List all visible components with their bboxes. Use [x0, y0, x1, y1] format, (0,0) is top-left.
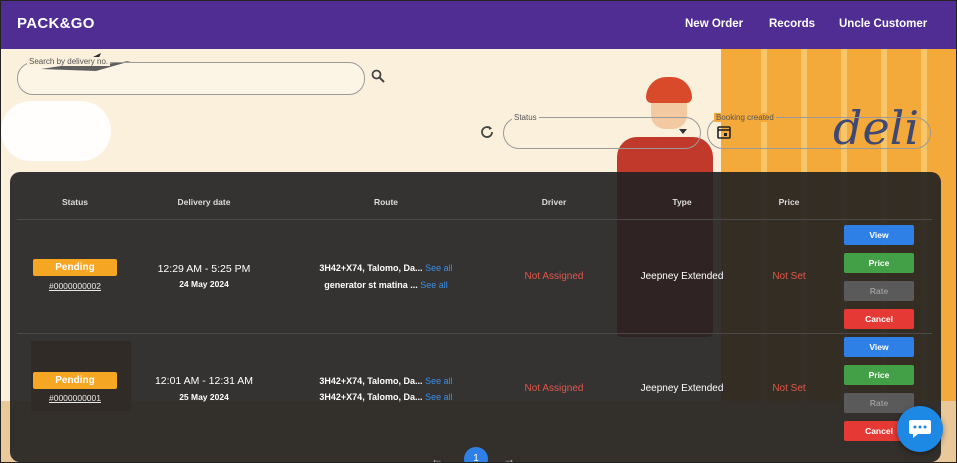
route-stop: generator st matina ... See all [324, 280, 448, 290]
driver-value: Not Assigned [524, 271, 584, 282]
header-driver: Driver [541, 197, 567, 207]
chat-icon [909, 420, 931, 438]
header-type: Type [672, 197, 692, 207]
bookings-table [10, 172, 941, 462]
view-button[interactable]: View [844, 337, 914, 357]
see-all-link[interactable]: See all [420, 280, 448, 290]
delivery-date: 24 May 2024 [179, 279, 229, 289]
delivery-time: 12:29 AM - 5:25 PM [157, 263, 251, 275]
order-number-link[interactable]: #0000000002 [49, 281, 101, 291]
route-stop: 3H42+X74, Talomo, Da... See all [319, 263, 452, 273]
see-all-link[interactable]: See all [425, 392, 453, 402]
route-text: 3H42+X74, Talomo, Da... [319, 392, 423, 402]
delivery-person-hair [646, 77, 692, 103]
delivery-time: 12:01 AM - 12:31 AM [154, 375, 254, 387]
background-cloud [1, 101, 111, 161]
search-label: Search by delivery no. [27, 57, 111, 66]
nav-new-order[interactable]: New Order [685, 18, 743, 30]
route-text: generator st matina ... [324, 280, 418, 290]
route-stop: 3H42+X74, Talomo, Da... See all [319, 392, 452, 402]
previous-page-button[interactable]: ← [431, 452, 443, 462]
header-price: Price [778, 197, 800, 207]
header-route: Route [373, 197, 399, 207]
refresh-icon[interactable] [479, 124, 495, 140]
booking-created-label: Booking created [714, 113, 776, 122]
price-value: Not Set [772, 271, 806, 282]
view-button[interactable]: View [844, 225, 914, 245]
header-status: Status [62, 197, 88, 207]
route-text: 3H42+X74, Talomo, Da... [319, 376, 423, 386]
route-text: 3H42+X74, Talomo, Da... [319, 263, 423, 273]
top-navbar: PACK&GO New Order Records Uncle Customer [1, 1, 956, 49]
price-button[interactable]: Price [844, 253, 914, 273]
driver-value: Not Assigned [524, 383, 584, 394]
next-page-button[interactable]: → [503, 452, 515, 462]
app-frame: deli PACK&GO New Order Records Uncle Cus… [0, 0, 957, 463]
route-stop: 3H42+X74, Talomo, Da... See all [319, 376, 452, 386]
see-all-link[interactable]: See all [425, 376, 453, 386]
search-icon[interactable] [371, 69, 385, 83]
rate-button[interactable]: Rate [844, 281, 914, 301]
chevron-down-icon[interactable] [679, 129, 687, 134]
price-value: Not Set [772, 383, 806, 394]
price-button[interactable]: Price [844, 365, 914, 385]
row-divider [17, 333, 932, 334]
see-all-link[interactable]: See all [425, 263, 453, 273]
status-label: Status [512, 113, 539, 122]
type-value: Jeepney Extended [640, 383, 724, 394]
header-divider [17, 219, 932, 220]
cancel-button[interactable]: Cancel [844, 309, 914, 329]
chat-button[interactable] [897, 406, 943, 452]
brand-logo[interactable]: PACK&GO [17, 15, 95, 32]
header-delivery-date: Delivery date [177, 197, 231, 207]
status-badge: Pending [33, 259, 117, 276]
type-value: Jeepney Extended [640, 271, 724, 282]
nav-user-menu[interactable]: Uncle Customer [839, 18, 927, 30]
rate-button[interactable]: Rate [844, 393, 914, 413]
order-number-link[interactable]: #0000000001 [49, 393, 101, 403]
delivery-date: 25 May 2024 [179, 392, 229, 402]
search-input[interactable] [31, 71, 355, 85]
status-badge: Pending [33, 372, 117, 389]
calendar-icon[interactable] [717, 125, 731, 139]
nav-records[interactable]: Records [769, 18, 815, 30]
